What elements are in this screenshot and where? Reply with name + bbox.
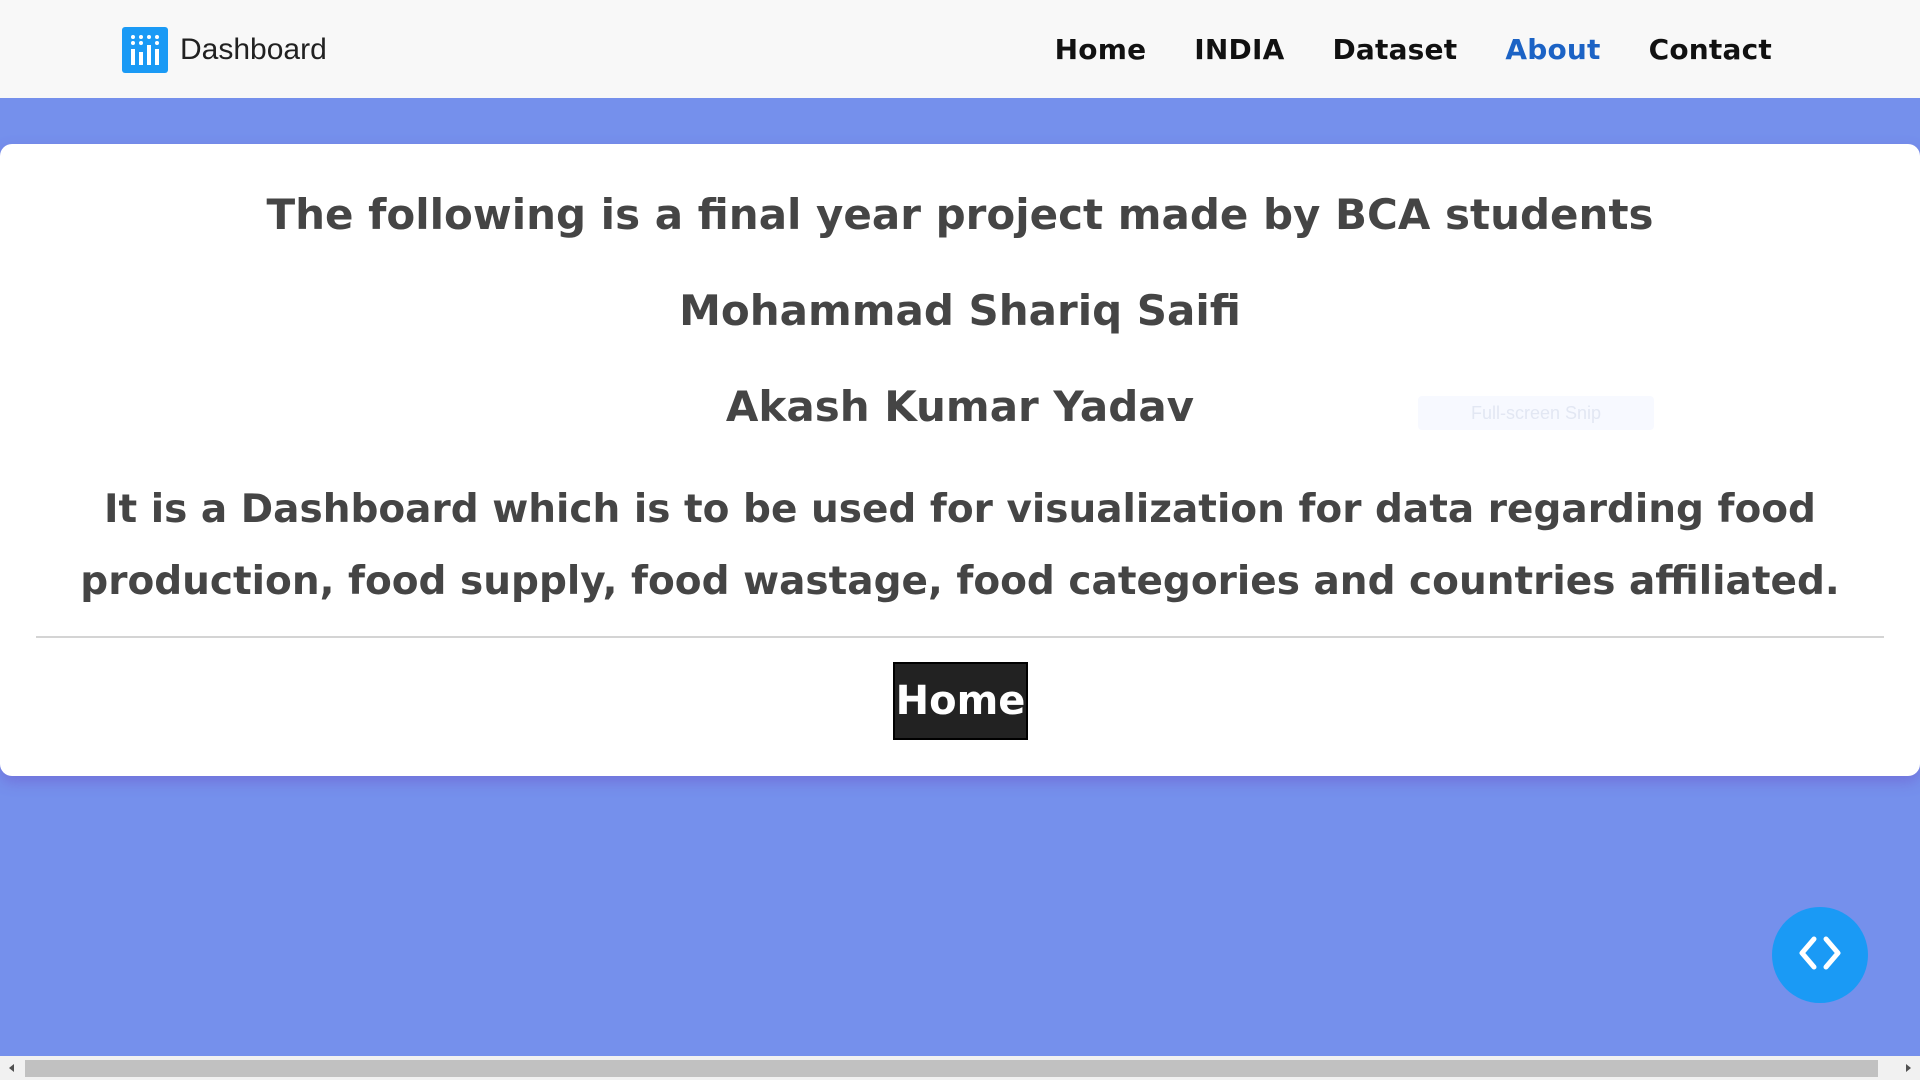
code-toggle-button[interactable] <box>1772 907 1868 1003</box>
home-button[interactable]: Home <box>893 662 1028 740</box>
nav-item-about[interactable]: About <box>1505 33 1600 66</box>
scroll-left-icon[interactable] <box>0 1056 24 1080</box>
about-card: The following is a final year project ma… <box>0 144 1920 776</box>
student-name-1: Mohammad Shariq Saifi <box>679 286 1241 335</box>
nav-item-dataset[interactable]: Dataset <box>1332 33 1457 66</box>
divider <box>36 636 1884 638</box>
nav-item-india[interactable]: INDIA <box>1194 33 1284 66</box>
project-heading: The following is a final year project ma… <box>266 190 1654 239</box>
bar-chart-icon <box>122 27 168 73</box>
scrollbar-thumb[interactable] <box>25 1060 1878 1077</box>
project-description: It is a Dashboard which is to be used fo… <box>80 487 1840 604</box>
horizontal-scrollbar[interactable] <box>0 1056 1920 1080</box>
brand-name: Dashboard <box>180 33 327 66</box>
nav-menu: Home INDIA Dataset About Contact <box>1055 0 1772 98</box>
top-navbar: Dashboard Home INDIA Dataset About Conta… <box>0 0 1920 98</box>
nav-item-home[interactable]: Home <box>1055 33 1147 66</box>
brand-link[interactable]: Dashboard <box>122 27 327 73</box>
code-brackets-icon <box>1790 931 1850 979</box>
nav-item-contact[interactable]: Contact <box>1649 33 1772 66</box>
snip-overlay-label: Full-screen Snip <box>1418 396 1654 430</box>
scroll-right-icon[interactable] <box>1896 1056 1920 1080</box>
